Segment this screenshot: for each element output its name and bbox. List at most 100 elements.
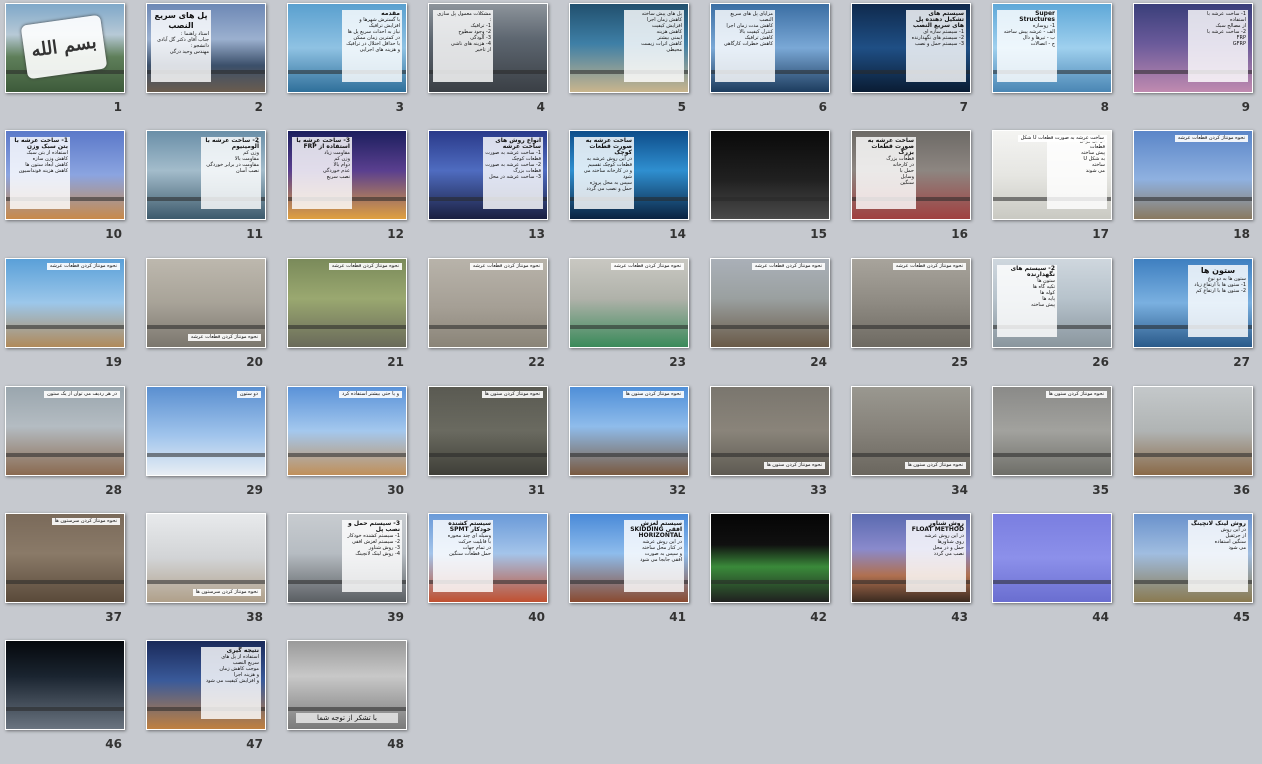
- slide-cell-28[interactable]: در هر ردیف می توان از یک ستون 28: [0, 383, 141, 510]
- slide-thumbnail[interactable]: [992, 513, 1112, 603]
- slide-thumbnail[interactable]: نحوه مونتاژ کردن قطعات عرشه: [710, 258, 830, 348]
- slide-thumbnail[interactable]: [710, 513, 830, 603]
- slide-cell-15[interactable]: 15: [705, 127, 846, 254]
- slide-thumbnail[interactable]: 3- سیستم حمل و نصب پل 1- سیستم کشنده خودک…: [287, 513, 407, 603]
- slide-thumbnail[interactable]: [1133, 386, 1253, 476]
- slide-cell-11[interactable]: 2- ساخت عرشه با آلومینیوم وزن کم مقاومت با…: [141, 127, 282, 254]
- slide-thumbnail[interactable]: مزایای پل های سریع النصب کاهش مدت زمان اج…: [710, 3, 830, 93]
- slide-thumbnail[interactable]: 2- ساخت عرشه با آلومینیوم وزن کم مقاومت با…: [146, 130, 266, 220]
- slide-thumbnail[interactable]: نحوه مونتاژ کردن ستون ها: [851, 386, 971, 476]
- slide-cell-25[interactable]: نحوه مونتاژ کردن قطعات عرشه 25: [846, 255, 987, 382]
- slide-thumbnail[interactable]: [710, 130, 830, 220]
- slide-thumbnail[interactable]: 1- ساخت عرشه با بتن سبک وزن استفاده از بت…: [5, 130, 125, 220]
- slide-thumbnail[interactable]: نحوه مونتاژ کردن سرستون ها: [146, 513, 266, 603]
- slide-cell-13[interactable]: انواع روش های ساخت عرشه 1- ساخت عرشه به ص…: [423, 127, 564, 254]
- slide-cell-20[interactable]: نحوه مونتاژ کردن قطعات عرشه 20: [141, 255, 282, 382]
- slide-cell-26[interactable]: 2- سیستم های نگهدارنده ستون ها تکیه گاه ها…: [987, 255, 1128, 382]
- slide-cell-23[interactable]: نحوه مونتاژ کردن قطعات عرشه 23: [564, 255, 705, 382]
- slide-thumbnail[interactable]: نحوه مونتاژ کردن قطعات عرشه: [428, 258, 548, 348]
- slide-thumbnail[interactable]: ساخت عرشه به صورت قطعات بزرگ قطعات بزرگ در…: [851, 130, 971, 220]
- slide-thumbnail[interactable]: نحوه مونتاژ کردن ستون ها: [569, 386, 689, 476]
- slide-cell-46[interactable]: 46: [0, 637, 141, 764]
- slide-thumbnail[interactable]: سیستم کشنده خودکار SPMT وسیله ای چند محور…: [428, 513, 548, 603]
- slide-thumbnail[interactable]: 1- ساخت عرشه با استفاده از مصالح سبک 2- سا…: [1133, 3, 1253, 93]
- slide-cell-4[interactable]: مشکلات معمول پل سازی :1- ترافیک 2- وجود س…: [423, 0, 564, 127]
- slide-thumbnail[interactable]: نحوه مونتاژ کردن ستون ها: [992, 386, 1112, 476]
- slide-thumbnail[interactable]: نحوه مونتاژ کردن قطعات عرشه: [1133, 130, 1253, 220]
- slide-thumbnail[interactable]: نحوه مونتاژ کردن قطعات عرشه: [5, 258, 125, 348]
- slide-cell-39[interactable]: 3- سیستم حمل و نصب پل 1- سیستم کشنده خودک…: [282, 510, 423, 637]
- slide-cell-8[interactable]: Super Structures 1- روسازه الف - عرشه پیش …: [987, 0, 1128, 127]
- slide-thumbnail[interactable]: نحوه مونتاژ کردن قطعات عرشه: [851, 258, 971, 348]
- slide-thumbnail[interactable]: در این روشقطعاتپیش ساختهبه شکل Uساختهمی …: [992, 130, 1112, 220]
- slide-cell-18[interactable]: نحوه مونتاژ کردن قطعات عرشه 18: [1128, 127, 1262, 254]
- slide-cell-29[interactable]: دو ستون 29: [141, 383, 282, 510]
- slide-cell-38[interactable]: نحوه مونتاژ کردن سرستون ها 38: [141, 510, 282, 637]
- slide-cell-36[interactable]: 36: [1128, 383, 1262, 510]
- slide-thumbnail[interactable]: ساخت عرشه به صورت قطعات کوچک در این روش ع…: [569, 130, 689, 220]
- slide-thumbnail[interactable]: نحوه مونتاژ کردن ستون ها: [710, 386, 830, 476]
- slide-thumbnail[interactable]: با تشکر از توجه شما: [287, 640, 407, 730]
- slide-thumbnail[interactable]: [5, 640, 125, 730]
- slide-cell-5[interactable]: پل های پیش ساخته کاهش زمان اجرا افزایش کیف…: [564, 0, 705, 127]
- slide-cell-3[interactable]: مقدمه با گسترش شهرها و افزایش ترافیک نیاز …: [282, 0, 423, 127]
- slide-cell-44[interactable]: 44: [987, 510, 1128, 637]
- slide-thumbnail[interactable]: Super Structures 1- روسازه الف - عرشه پیش …: [992, 3, 1112, 93]
- slide-thumbnail[interactable]: در هر ردیف می توان از یک ستون: [5, 386, 125, 476]
- slide-thumbnail[interactable]: نحوه مونتاژ کردن قطعات عرشه: [146, 258, 266, 348]
- slide-cell-35[interactable]: نحوه مونتاژ کردن ستون ها 35: [987, 383, 1128, 510]
- slide-thumbnail[interactable]: دو ستون: [146, 386, 266, 476]
- slide-thumbnail[interactable]: نحوه مونتاژ کردن سرستون ها: [5, 513, 125, 603]
- slide-cell-19[interactable]: نحوه مونتاژ کردن قطعات عرشه 19: [0, 255, 141, 382]
- slide-cell-37[interactable]: نحوه مونتاژ کردن سرستون ها 37: [0, 510, 141, 637]
- slide-thumbnail[interactable]: پل های سریع النصب استاد راهنما : جناب آقای…: [146, 3, 266, 93]
- slide-cell-30[interactable]: و یا حتی بیشتر استفاده کرد 30: [282, 383, 423, 510]
- slide-thumbnail[interactable]: و یا حتی بیشتر استفاده کرد: [287, 386, 407, 476]
- slide-cell-1[interactable]: بسم الله 1: [0, 0, 141, 127]
- slide-cell-2[interactable]: پل های سریع النصب استاد راهنما : جناب آقای…: [141, 0, 282, 127]
- slide-cell-47[interactable]: نتیجه گیری استفاده از پل های سریع النصب موج…: [141, 637, 282, 764]
- slide-number: 15: [810, 227, 827, 241]
- slide-cell-22[interactable]: نحوه مونتاژ کردن قطعات عرشه 22: [423, 255, 564, 382]
- slide-cell-41[interactable]: سیستم لغزش افقی SKIDDING HORIZONTAL در ای…: [564, 510, 705, 637]
- slide-thumbnail[interactable]: نحوه مونتاژ کردن قطعات عرشه: [569, 258, 689, 348]
- slide-thumbnail[interactable]: مشکلات معمول پل سازی :1- ترافیک 2- وجود س…: [428, 3, 548, 93]
- slide-thumbnail[interactable]: روش لینک لانچینگ در این روش از جرثقیل سنگین…: [1133, 513, 1253, 603]
- slide-thumbnail[interactable]: 2- سیستم های نگهدارنده ستون ها تکیه گاه ها…: [992, 258, 1112, 348]
- slide-cell-21[interactable]: نحوه مونتاژ کردن قطعات عرشه 21: [282, 255, 423, 382]
- slide-bullet: کاهش هزینه فونداسیون: [18, 168, 68, 174]
- slide-thumbnail[interactable]: ستون ها ستون ها به دو نوع 1- ستون ها با ار…: [1133, 258, 1253, 348]
- slide-thumbnail[interactable]: نحوه مونتاژ کردن ستون ها: [428, 386, 548, 476]
- slide-cell-33[interactable]: نحوه مونتاژ کردن ستون ها 33: [705, 383, 846, 510]
- slide-thumbnail[interactable]: نحوه مونتاژ کردن قطعات عرشه: [287, 258, 407, 348]
- slide-thumbnail[interactable]: انواع روش های ساخت عرشه 1- ساخت عرشه به ص…: [428, 130, 548, 220]
- slide-cell-43[interactable]: روش شناور FLOAT METHOD در این روش عرشه روی…: [846, 510, 987, 637]
- slide-thumbnail[interactable]: بسم الله: [5, 3, 125, 93]
- slide-cell-32[interactable]: نحوه مونتاژ کردن ستون ها 32: [564, 383, 705, 510]
- slide-thumbnail[interactable]: نتیجه گیری استفاده از پل های سریع النصب موج…: [146, 640, 266, 730]
- slide-thumbnail[interactable]: پل های پیش ساخته کاهش زمان اجرا افزایش کیف…: [569, 3, 689, 93]
- slide-cell-12[interactable]: 3- ساخت عرشه با استفاده از FRP مقاومت زیا…: [282, 127, 423, 254]
- slide-cell-17[interactable]: در این روشقطعاتپیش ساختهبه شکل Uساختهمی …: [987, 127, 1128, 254]
- slide-cell-34[interactable]: نحوه مونتاژ کردن ستون ها 34: [846, 383, 987, 510]
- slide-caption: نحوه مونتاژ کردن ستون ها: [763, 462, 825, 469]
- slide-thumbnail[interactable]: روش شناور FLOAT METHOD در این روش عرشه روی…: [851, 513, 971, 603]
- slide-cell-31[interactable]: نحوه مونتاژ کردن ستون ها 31: [423, 383, 564, 510]
- slide-cell-45[interactable]: روش لینک لانچینگ در این روش از جرثقیل سنگین…: [1128, 510, 1262, 637]
- slide-cell-10[interactable]: 1- ساخت عرشه با بتن سبک وزن استفاده از بت…: [0, 127, 141, 254]
- slide-cell-24[interactable]: نحوه مونتاژ کردن قطعات عرشه 24: [705, 255, 846, 382]
- slide-cell-42[interactable]: 42: [705, 510, 846, 637]
- slide-cell-40[interactable]: سیستم کشنده خودکار SPMT وسیله ای چند محور…: [423, 510, 564, 637]
- slide-cell-9[interactable]: 1- ساخت عرشه با استفاده از مصالح سبک 2- سا…: [1128, 0, 1262, 127]
- slide-cell-48[interactable]: با تشکر از توجه شما 48: [282, 637, 423, 764]
- slide-thumbnail[interactable]: 3- ساخت عرشه با استفاده از FRP مقاومت زیا…: [287, 130, 407, 220]
- slide-cell-27[interactable]: ستون ها ستون ها به دو نوع 1- ستون ها با ار…: [1128, 255, 1262, 382]
- slide-thumbnail[interactable]: مقدمه با گسترش شهرها و افزایش ترافیک نیاز …: [287, 3, 407, 93]
- slide-caption: نحوه مونتاژ کردن ستون ها: [1045, 391, 1107, 398]
- slide-thumbnail[interactable]: سیستم های تشکیل دهنده پل های سریع النصب 1…: [851, 3, 971, 93]
- slide-cell-6[interactable]: مزایای پل های سریع النصب کاهش مدت زمان اج…: [705, 0, 846, 127]
- slide-cell-16[interactable]: ساخت عرشه به صورت قطعات بزرگ قطعات بزرگ در…: [846, 127, 987, 254]
- slide-cell-7[interactable]: سیستم های تشکیل دهنده پل های سریع النصب 1…: [846, 0, 987, 127]
- slide-cell-14[interactable]: ساخت عرشه به صورت قطعات کوچک در این روش ع…: [564, 127, 705, 254]
- slide-thumbnail[interactable]: سیستم لغزش افقی SKIDDING HORIZONTAL در ای…: [569, 513, 689, 603]
